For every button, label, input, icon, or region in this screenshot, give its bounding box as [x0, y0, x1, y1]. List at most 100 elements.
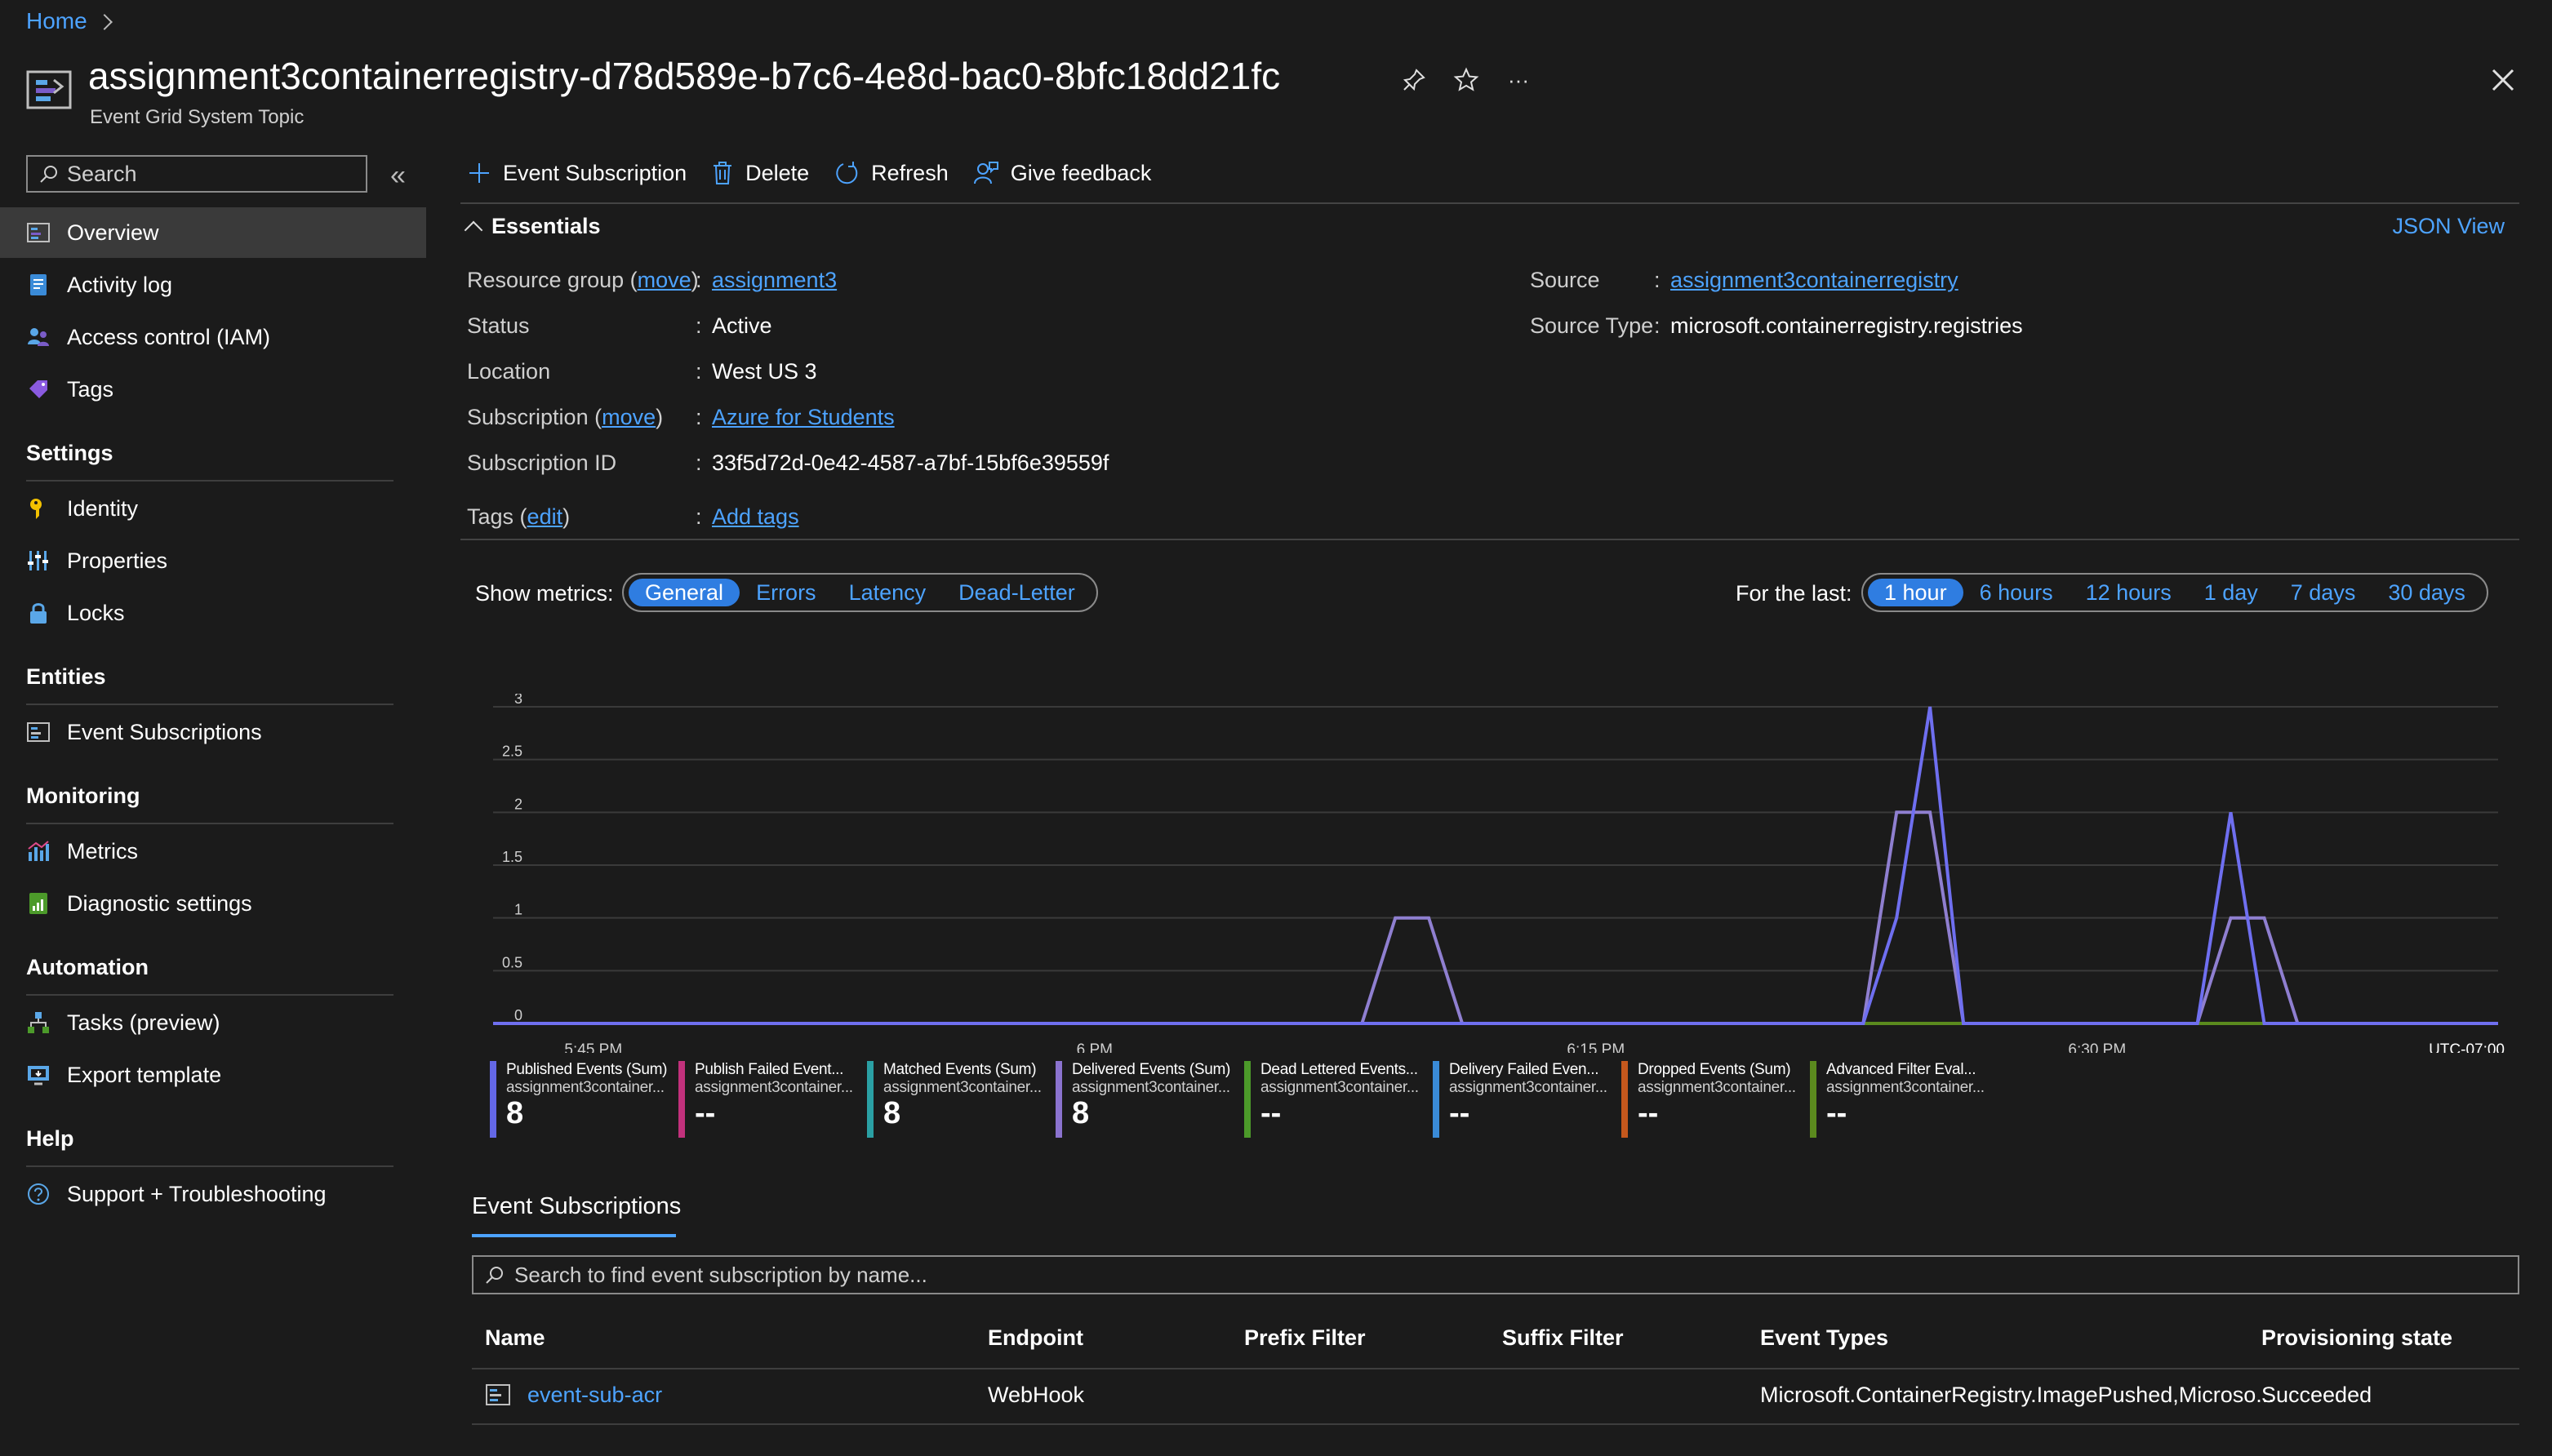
event-subscriptions-tab[interactable]: Event Subscriptions	[472, 1193, 681, 1220]
legend-item[interactable]: Delivery Failed Even... assignment3contai…	[1433, 1061, 1621, 1138]
legend-series-name: Delivery Failed Even...	[1449, 1061, 1599, 1078]
column-header-endpoint[interactable]: Endpoint	[988, 1325, 1083, 1351]
close-icon[interactable]	[2485, 62, 2521, 98]
sidebar-item-diagnostic-settings[interactable]: Diagnostic settings	[0, 878, 426, 929]
sidebar-item-tags[interactable]: Tags	[0, 364, 426, 415]
legend-resource-name: assignment3container...	[1638, 1079, 1796, 1096]
column-header-prefix-filter[interactable]: Prefix Filter	[1244, 1325, 1366, 1351]
subscription-endpoint: WebHook	[988, 1383, 1085, 1407]
sidebar-item-event-subscriptions[interactable]: Event Subscriptions	[0, 707, 426, 757]
legend-item[interactable]: Matched Events (Sum) assignment3container…	[867, 1061, 1056, 1138]
legend-item[interactable]: Publish Failed Event... assignment3contai…	[678, 1061, 867, 1138]
resource-group-label: Resource group (move)	[467, 268, 699, 292]
resource-group-move-link[interactable]: move	[638, 268, 691, 292]
refresh-button[interactable]: Refresh	[834, 155, 949, 191]
source-link[interactable]: assignment3containerregistry	[1670, 268, 1958, 293]
legend-color-swatch	[1244, 1061, 1251, 1138]
add-event-subscription-label: Event Subscription	[503, 160, 687, 185]
legend-resource-name: assignment3container...	[695, 1079, 853, 1096]
sidebar-item-support[interactable]: Support + Troubleshooting	[0, 1169, 426, 1219]
y-tick-label: 2.5	[502, 744, 522, 760]
status-value: Active	[712, 313, 772, 338]
sidebar-item-label: Event Subscriptions	[67, 719, 262, 744]
give-feedback-label: Give feedback	[1010, 160, 1152, 185]
column-header-name[interactable]: Name	[485, 1325, 545, 1351]
column-header-event-types[interactable]: Event Types	[1760, 1325, 1888, 1351]
metrics-tab-errors[interactable]: Errors	[740, 579, 833, 606]
colon: :	[696, 268, 702, 292]
resource-group-label-text: Resource group	[467, 268, 625, 292]
time-range-7-days[interactable]: 7 days	[2274, 579, 2372, 606]
subscription-link[interactable]: Azure for Students	[712, 405, 895, 430]
sidebar-item-label: Activity log	[67, 272, 173, 297]
sidebar-item-identity[interactable]: Identity	[0, 483, 426, 534]
overview-icon	[26, 220, 51, 245]
source-label: Source	[1530, 268, 1600, 292]
time-range-1-hour[interactable]: 1 hour	[1868, 579, 1963, 606]
subscription-search-input[interactable]: Search to find event subscription by nam…	[472, 1255, 2519, 1294]
legend-series-name: Delivered Events (Sum)	[1072, 1061, 1231, 1078]
subscription-name-link[interactable]: event-sub-acr	[527, 1383, 662, 1408]
metrics-tab-group: General Errors Latency Dead-Letter	[622, 573, 1098, 612]
breadcrumb-home-link[interactable]: Home	[26, 8, 87, 34]
colon: :	[1654, 313, 1661, 338]
plus-icon	[467, 161, 491, 185]
collapse-sidebar-icon[interactable]: «	[390, 160, 406, 192]
star-icon[interactable]	[1450, 64, 1483, 96]
legend-value: 8	[1072, 1096, 1090, 1130]
time-range-30-days[interactable]: 30 days	[2372, 579, 2482, 606]
legend-item[interactable]: Published Events (Sum) assignment3contain…	[490, 1061, 678, 1138]
show-metrics-label: Show metrics:	[475, 581, 614, 606]
y-tick-label: 3	[514, 694, 522, 707]
chevron-right-icon	[96, 14, 113, 30]
essentials-toggle[interactable]: Essentials	[464, 214, 601, 239]
metrics-tab-dead-letter[interactable]: Dead-Letter	[942, 579, 1091, 606]
sidebar-group-settings: Settings	[26, 441, 113, 465]
sidebar-item-export-template[interactable]: Export template	[0, 1050, 426, 1100]
legend-item[interactable]: Dead Lettered Events... assignment3contai…	[1244, 1061, 1433, 1138]
metrics-tab-general[interactable]: General	[629, 579, 740, 606]
give-feedback-button[interactable]: Give feedback	[973, 155, 1152, 191]
subscription-id-value: 33f5d72d-0e42-4587-a7bf-15bf6e39559f	[712, 451, 1109, 475]
sidebar-divider	[26, 480, 393, 482]
add-tags-link[interactable]: Add tags	[712, 504, 799, 530]
metrics-tab-latency[interactable]: Latency	[833, 579, 943, 606]
sidebar-item-properties[interactable]: Properties	[0, 535, 426, 586]
legend-resource-name: assignment3container...	[1072, 1079, 1230, 1096]
sidebar-search-input[interactable]: Search	[26, 155, 367, 193]
table-header-divider	[472, 1368, 2519, 1369]
json-view-link[interactable]: JSON View	[2392, 214, 2505, 239]
sidebar-item-metrics[interactable]: Metrics	[0, 826, 426, 877]
event-subscriptions-icon	[26, 720, 51, 744]
essentials-title: Essentials	[491, 214, 601, 238]
add-event-subscription-button[interactable]: Event Subscription	[467, 155, 687, 191]
sidebar-item-label: Export template	[67, 1062, 222, 1087]
column-header-provisioning-state[interactable]: Provisioning state	[2261, 1325, 2452, 1351]
legend-item[interactable]: Delivered Events (Sum) assignment3contain…	[1056, 1061, 1244, 1138]
legend-item[interactable]: Dropped Events (Sum) assignment3container…	[1621, 1061, 1810, 1138]
column-header-suffix-filter[interactable]: Suffix Filter	[1502, 1325, 1624, 1351]
legend-series-name: Dropped Events (Sum)	[1638, 1061, 1791, 1078]
source-type-label: Source Type	[1530, 313, 1654, 338]
sidebar-item-tasks[interactable]: Tasks (preview)	[0, 997, 426, 1048]
delete-button[interactable]: Delete	[711, 155, 809, 191]
x-tick-label: 6:30 PM	[2068, 1041, 2126, 1053]
legend-resource-name: assignment3container...	[506, 1079, 665, 1096]
sidebar-item-activity-log[interactable]: Activity log	[0, 260, 426, 310]
sidebar-item-label: Diagnostic settings	[67, 890, 252, 916]
time-range-6-hours[interactable]: 6 hours	[1963, 579, 2070, 606]
tags-edit-link[interactable]: edit	[527, 504, 563, 529]
pin-icon[interactable]	[1398, 64, 1430, 96]
time-range-1-day[interactable]: 1 day	[2188, 579, 2274, 606]
legend-value: 8	[506, 1096, 524, 1130]
sidebar-item-label: Metrics	[67, 838, 138, 863]
sidebar-item-locks[interactable]: Locks	[0, 588, 426, 638]
legend-item[interactable]: Advanced Filter Eval... assignment3contai…	[1810, 1061, 1998, 1138]
time-range-12-hours[interactable]: 12 hours	[2070, 579, 2188, 606]
subscription-move-link[interactable]: move	[602, 405, 656, 429]
sidebar-item-overview[interactable]: Overview	[0, 207, 426, 258]
sidebar-group-monitoring: Monitoring	[26, 783, 140, 808]
sidebar-item-access-control[interactable]: Access control (IAM)	[0, 312, 426, 362]
more-options-icon[interactable]: ···	[1502, 64, 1535, 96]
resource-group-link[interactable]: assignment3	[712, 268, 837, 293]
